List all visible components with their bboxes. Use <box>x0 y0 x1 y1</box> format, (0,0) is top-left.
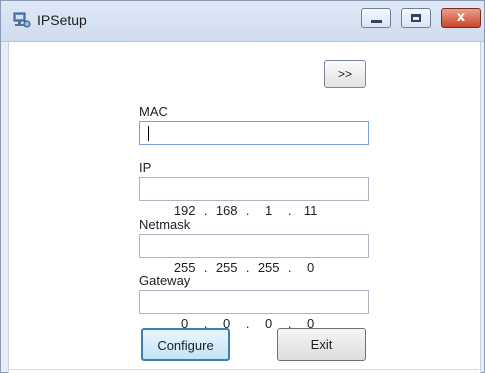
network-app-icon <box>13 12 31 28</box>
netmask-octet-3[interactable]: 255 <box>254 257 284 279</box>
ip-octets: 192. 168. 1. 11 <box>148 178 326 218</box>
ip-octet-2[interactable]: 168 <box>212 200 242 222</box>
minimize-button[interactable] <box>361 8 391 28</box>
window-title: IPSetup <box>37 12 87 28</box>
mac-input[interactable] <box>139 121 369 145</box>
octet-separator: . <box>203 203 208 218</box>
netmask-field[interactable]: 255. 255. 255. 0 <box>139 234 369 275</box>
gateway-field[interactable]: 0.0.0.0 <box>139 290 369 331</box>
octet-separator: . <box>287 203 292 218</box>
ipsetup-window: IPSetup x >> MAC IP 192. 168. 1. 11 Netmask… <box>0 0 485 373</box>
ip-octet-3[interactable]: 1 <box>254 200 284 222</box>
close-button[interactable]: x <box>441 8 481 28</box>
configure-button[interactable]: Configure <box>141 328 230 361</box>
close-icon: x <box>456 10 466 25</box>
text-caret <box>148 126 149 141</box>
ip-address-field[interactable]: 192. 168. 1. 11 <box>139 177 369 218</box>
title-bar[interactable]: IPSetup x <box>1 1 484 42</box>
mac-label: MAC <box>139 104 168 119</box>
bottom-divider <box>8 369 479 370</box>
expand-button[interactable]: >> <box>324 60 366 88</box>
gateway-label: Gateway <box>139 273 191 288</box>
netmask-octet-4[interactable]: 0 <box>296 257 326 279</box>
octet-separator: . <box>287 260 292 275</box>
maximize-button[interactable] <box>401 8 431 28</box>
ip-label: IP <box>139 160 152 175</box>
octet-separator: . <box>203 260 208 275</box>
octet-separator: . <box>245 203 250 218</box>
gateway-octets: 0.0.0.0 <box>148 291 326 331</box>
octet-separator: . <box>245 260 250 275</box>
netmask-label: Netmask <box>139 217 191 232</box>
netmask-octet-2[interactable]: 255 <box>212 257 242 279</box>
ip-octet-4[interactable]: 11 <box>296 200 326 222</box>
netmask-octets: 255. 255. 255. 0 <box>148 235 326 275</box>
exit-button[interactable]: Exit <box>277 328 366 361</box>
octet-separator: . <box>245 316 250 331</box>
